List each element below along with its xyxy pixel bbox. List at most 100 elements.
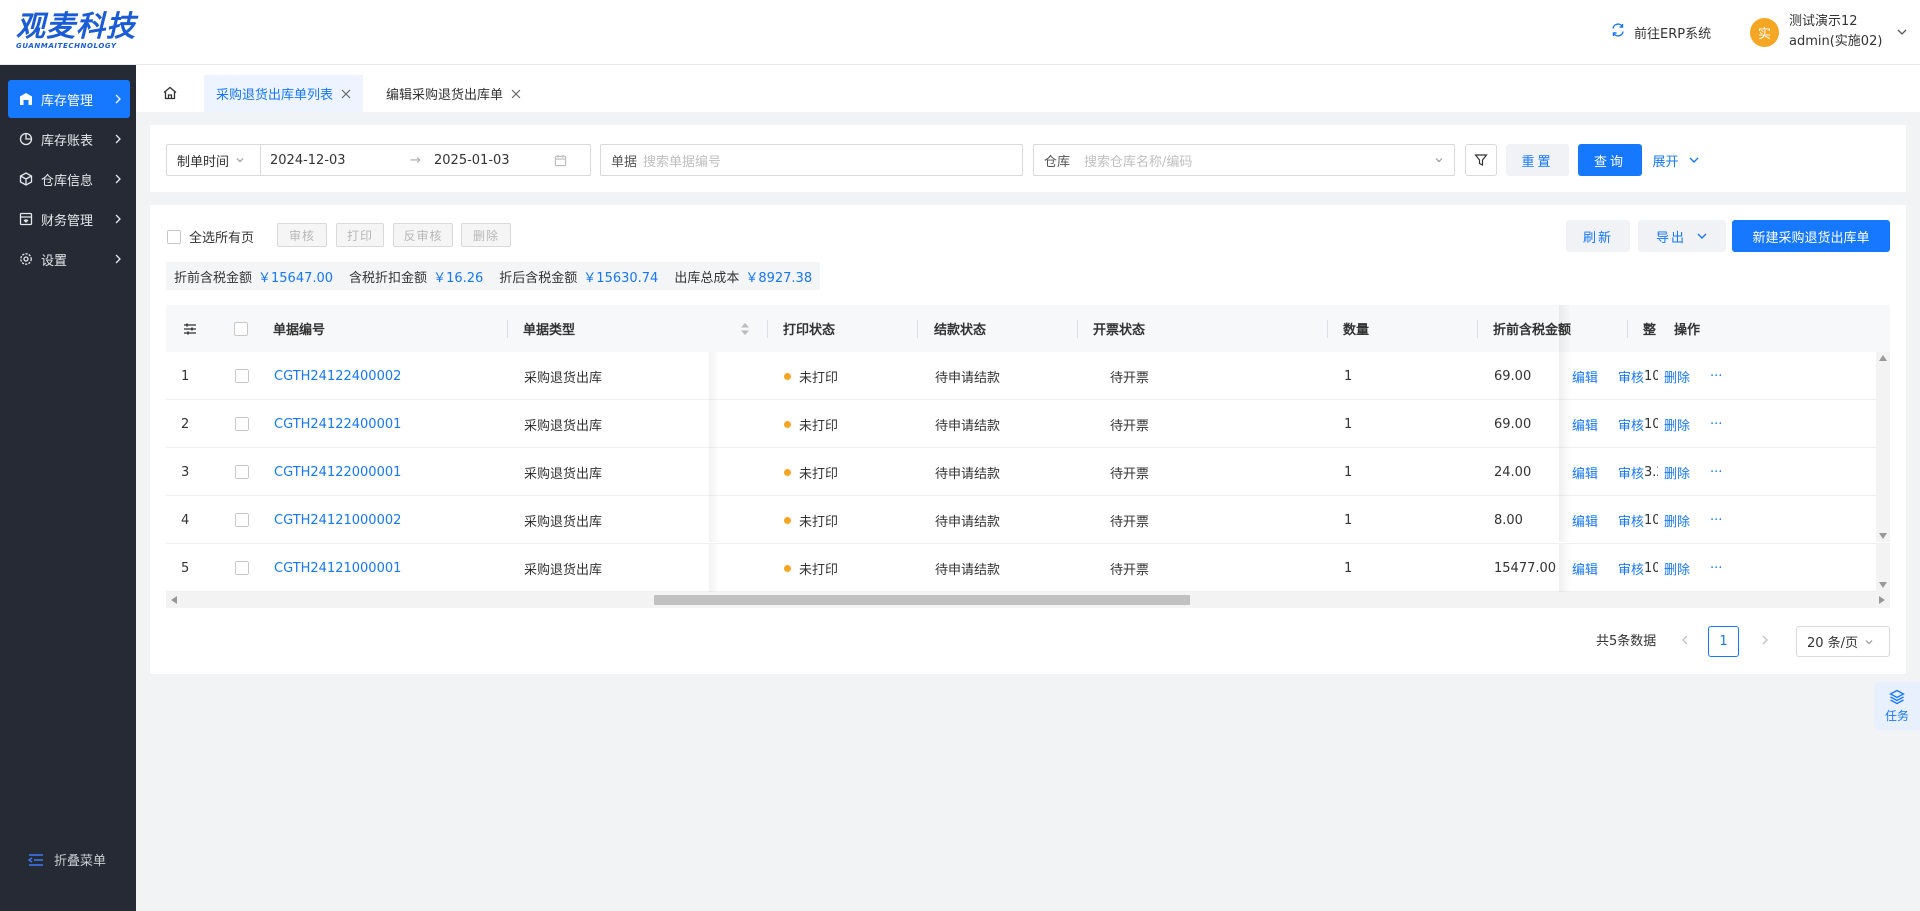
date-start-input[interactable]: 2024-12-03 xyxy=(270,153,410,168)
page-number[interactable]: 1 xyxy=(1708,626,1739,657)
vertical-scrollbar[interactable] xyxy=(1876,352,1890,542)
select-all-pages[interactable]: 全选所有页 xyxy=(167,227,254,246)
calendar-icon[interactable] xyxy=(554,154,567,167)
header-select-all[interactable] xyxy=(234,305,248,352)
more-icon[interactable]: ··· xyxy=(1710,513,1722,528)
close-icon[interactable] xyxy=(511,89,521,99)
sync-icon xyxy=(1610,22,1626,42)
doc-code-link[interactable]: CGTH24122400002 xyxy=(274,352,401,400)
more-icon[interactable]: ··· xyxy=(1710,561,1722,576)
close-icon[interactable] xyxy=(341,89,351,99)
sidebar-item-stock-ledger[interactable]: 库存账表 xyxy=(8,120,130,158)
query-button[interactable]: 查询 xyxy=(1578,144,1642,176)
edit-link[interactable]: 编辑 xyxy=(1572,463,1598,482)
audit-link[interactable]: 审核 xyxy=(1618,367,1644,386)
menu-fold-icon xyxy=(28,853,43,866)
bulk-delete-button[interactable]: 删除 xyxy=(461,223,511,247)
row-checkbox[interactable] xyxy=(235,369,249,383)
settle-status: 待申请结款 xyxy=(935,418,1001,434)
chevron-right-icon xyxy=(115,174,121,184)
sort-icon[interactable] xyxy=(740,305,750,352)
more-icon[interactable]: ··· xyxy=(1710,465,1722,480)
select-all-pages-checkbox[interactable] xyxy=(167,229,181,244)
refresh-button[interactable]: 刷新 xyxy=(1566,220,1630,252)
tab-bar: 采购退货出库单列表 编辑采购退货出库单 xyxy=(136,65,1920,112)
sidebar-item-warehouse-info[interactable]: 仓库信息 xyxy=(8,160,130,198)
reset-button[interactable]: 重置 xyxy=(1506,144,1569,176)
column-settings-icon[interactable] xyxy=(183,305,197,352)
bulk-audit-button[interactable]: 审核 xyxy=(277,223,327,247)
doc-code-link[interactable]: CGTH24122000001 xyxy=(274,448,401,496)
export-button[interactable]: 导出 xyxy=(1638,220,1726,252)
tab-label: 采购退货出库单列表 xyxy=(216,88,334,103)
user-menu[interactable]: 实 测试演示12 admin(实施02) xyxy=(1750,12,1908,52)
pre-discount-amount: 24.00 xyxy=(1494,464,1532,480)
audit-link[interactable]: 审核 xyxy=(1618,463,1644,482)
edit-link[interactable]: 编辑 xyxy=(1572,415,1598,434)
warehouse-filter[interactable]: 仓库 搜索仓库名称/编码 xyxy=(1033,144,1455,176)
status-dot xyxy=(784,468,791,476)
status-dot xyxy=(784,372,791,380)
edit-link[interactable]: 编辑 xyxy=(1572,511,1598,530)
row-checkbox[interactable] xyxy=(235,417,249,431)
row-checkbox[interactable] xyxy=(235,561,249,575)
audit-link[interactable]: 审核 xyxy=(1618,559,1644,578)
table-row[interactable]: 3 CGTH24122000001 采购退货出库 未打印 待申请结款 待开票 1… xyxy=(166,448,1890,496)
collapse-menu-button[interactable]: 折叠菜单 xyxy=(28,850,106,869)
delete-link[interactable]: 删除 xyxy=(1664,367,1690,386)
horizontal-scrollbar[interactable] xyxy=(166,592,1890,608)
more-icon[interactable]: ··· xyxy=(1710,417,1722,432)
col-quantity: 数量 xyxy=(1343,323,1370,338)
more-icon[interactable]: ··· xyxy=(1710,369,1722,384)
brand-logo[interactable]: 观麦科技 GUANMAITECHNOLOGY xyxy=(16,10,136,50)
table-row[interactable]: 1 CGTH24122400002 采购退货出库 未打印 待申请结款 待开票 1… xyxy=(166,352,1890,400)
chevron-down-icon xyxy=(1435,158,1443,163)
doc-code-link[interactable]: CGTH24121000002 xyxy=(274,496,401,544)
sidebar-item-finance[interactable]: 财务管理 xyxy=(8,200,130,238)
page-size-value: 20 条/页 xyxy=(1807,636,1859,651)
bulk-print-button[interactable]: 打印 xyxy=(336,223,384,247)
goto-erp-link[interactable]: 前往ERP系统 xyxy=(1610,22,1711,42)
doc-number-filter[interactable]: 单据 搜索单据编号 xyxy=(600,144,1023,176)
doc-code-link[interactable]: CGTH24121000001 xyxy=(274,544,401,592)
logo-main-text: 观麦科技 xyxy=(16,9,137,43)
audit-link[interactable]: 审核 xyxy=(1618,511,1644,530)
scrollbar-thumb[interactable] xyxy=(654,595,1190,605)
delete-link[interactable]: 删除 xyxy=(1664,511,1690,530)
chevron-right-icon xyxy=(115,254,121,264)
edit-link[interactable]: 编辑 xyxy=(1572,559,1598,578)
advanced-filter-button[interactable] xyxy=(1465,144,1497,176)
header-checkbox[interactable] xyxy=(234,321,248,336)
delete-link[interactable]: 删除 xyxy=(1664,559,1690,578)
sidebar-item-settings[interactable]: 设置 xyxy=(8,240,130,278)
next-page-icon[interactable] xyxy=(1760,634,1770,646)
print-status: 未打印 xyxy=(784,352,838,400)
doc-code-link[interactable]: CGTH24122400001 xyxy=(274,400,401,448)
tab-return-outbound-list[interactable]: 采购退货出库单列表 xyxy=(204,75,364,112)
delete-link[interactable]: 删除 xyxy=(1664,415,1690,434)
date-end-input[interactable]: 2025-01-03 xyxy=(434,153,554,168)
row-checkbox[interactable] xyxy=(235,465,249,479)
delete-link[interactable]: 删除 xyxy=(1664,463,1690,482)
row-actions: 编辑 审核 删除 ··· xyxy=(1572,352,1782,400)
edit-link[interactable]: 编辑 xyxy=(1572,367,1598,386)
bulk-unaudit-button[interactable]: 反审核 xyxy=(393,223,453,247)
audit-link[interactable]: 审核 xyxy=(1618,415,1644,434)
page-size-select[interactable]: 20 条/页 xyxy=(1796,626,1890,657)
expand-filters-button[interactable]: 展开 xyxy=(1648,144,1704,176)
row-actions: 编辑 审核 删除 ··· xyxy=(1572,400,1782,448)
table-row[interactable]: 4 CGTH24121000002 采购退货出库 未打印 待申请结款 待开票 1… xyxy=(166,496,1890,544)
home-icon[interactable] xyxy=(162,85,178,101)
tab-edit-return-outbound[interactable]: 编辑采购退货出库单 xyxy=(374,75,533,112)
box-icon xyxy=(18,171,34,187)
sidebar-item-inventory[interactable]: 库存管理 xyxy=(8,80,130,118)
doc-number-input[interactable]: 搜索单据编号 xyxy=(643,151,721,170)
task-float-button[interactable]: 任务 xyxy=(1874,682,1920,730)
create-return-outbound-button[interactable]: 新建采购退货出库单 xyxy=(1732,220,1890,252)
prev-page-icon[interactable] xyxy=(1680,634,1690,646)
warehouse-select[interactable]: 搜索仓库名称/编码 xyxy=(1084,151,1434,170)
date-type-select[interactable]: 制单时间 xyxy=(167,151,260,170)
row-checkbox[interactable] xyxy=(235,513,249,527)
table-row[interactable]: 5 CGTH24121000001 采购退货出库 未打印 待申请结款 待开票 1… xyxy=(166,544,1890,592)
table-row[interactable]: 2 CGTH24122400001 采购退货出库 未打印 待申请结款 待开票 1… xyxy=(166,400,1890,448)
